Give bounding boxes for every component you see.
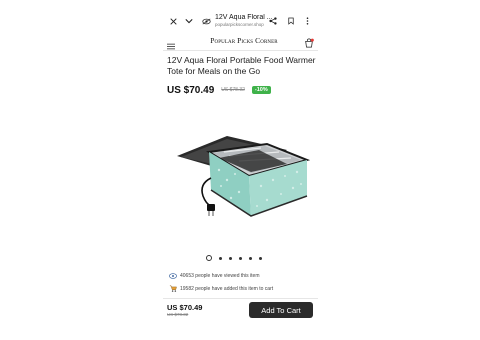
tab-info[interactable]: 12V Aqua Floral ... popularpickscorner.s… bbox=[215, 14, 275, 28]
discount-badge: -10% bbox=[251, 86, 271, 94]
add-to-cart-button[interactable]: Add To Cart bbox=[249, 302, 313, 318]
carousel-dot-6[interactable] bbox=[259, 256, 262, 260]
share-icon[interactable] bbox=[267, 10, 279, 32]
cart-emoji-icon bbox=[169, 285, 177, 292]
bottom-bar-price: US $70.49 bbox=[167, 303, 203, 312]
close-icon[interactable] bbox=[167, 10, 179, 32]
added-stat-text: 19582 people have added this item to car… bbox=[180, 285, 274, 292]
browser-toolbar: 12V Aqua Floral ... popularpickscorner.s… bbox=[163, 10, 318, 32]
price-row: US $70.49 US $78.32 -10% bbox=[167, 84, 271, 96]
carousel-dot-2[interactable] bbox=[219, 256, 222, 260]
mobile-viewport: 12V Aqua Floral ... popularpickscorner.s… bbox=[163, 0, 318, 340]
bottom-bar-divider bbox=[163, 298, 318, 299]
tab-url: popularpickscorner.shop bbox=[215, 22, 264, 27]
tracking-protection-icon[interactable] bbox=[200, 10, 212, 32]
menu-icon[interactable] bbox=[167, 37, 175, 55]
carousel-dot-5[interactable] bbox=[249, 256, 252, 260]
bookmark-icon[interactable] bbox=[285, 10, 297, 32]
carousel-dot-4[interactable] bbox=[239, 256, 242, 260]
site-logo[interactable]: Popular Picks Corner bbox=[183, 36, 305, 45]
carousel-dot-3[interactable] bbox=[229, 256, 232, 260]
bottom-bar-original-price: US $78.32 bbox=[167, 312, 189, 317]
site-header: Popular Picks Corner bbox=[163, 34, 318, 50]
product-image[interactable] bbox=[169, 130, 314, 225]
carousel-dot-1[interactable] bbox=[206, 255, 212, 261]
chevron-down-icon[interactable] bbox=[183, 10, 195, 32]
header-divider bbox=[163, 50, 318, 51]
more-options-icon[interactable] bbox=[302, 10, 312, 32]
added-stat: 19582 people have added this item to car… bbox=[169, 285, 273, 292]
product-title: 12V Aqua Floral Portable Food Warmer Tot… bbox=[167, 55, 316, 76]
eye-icon bbox=[169, 272, 177, 279]
viewed-stat-text: 40653 people have viewed this item bbox=[180, 272, 260, 279]
tab-title: 12V Aqua Floral ... bbox=[215, 14, 273, 21]
image-carousel-dots bbox=[206, 255, 269, 261]
original-price: US $78.32 bbox=[221, 87, 245, 93]
product-price: US $70.49 bbox=[167, 84, 215, 96]
viewed-stat: 40653 people have viewed this item bbox=[169, 272, 260, 279]
